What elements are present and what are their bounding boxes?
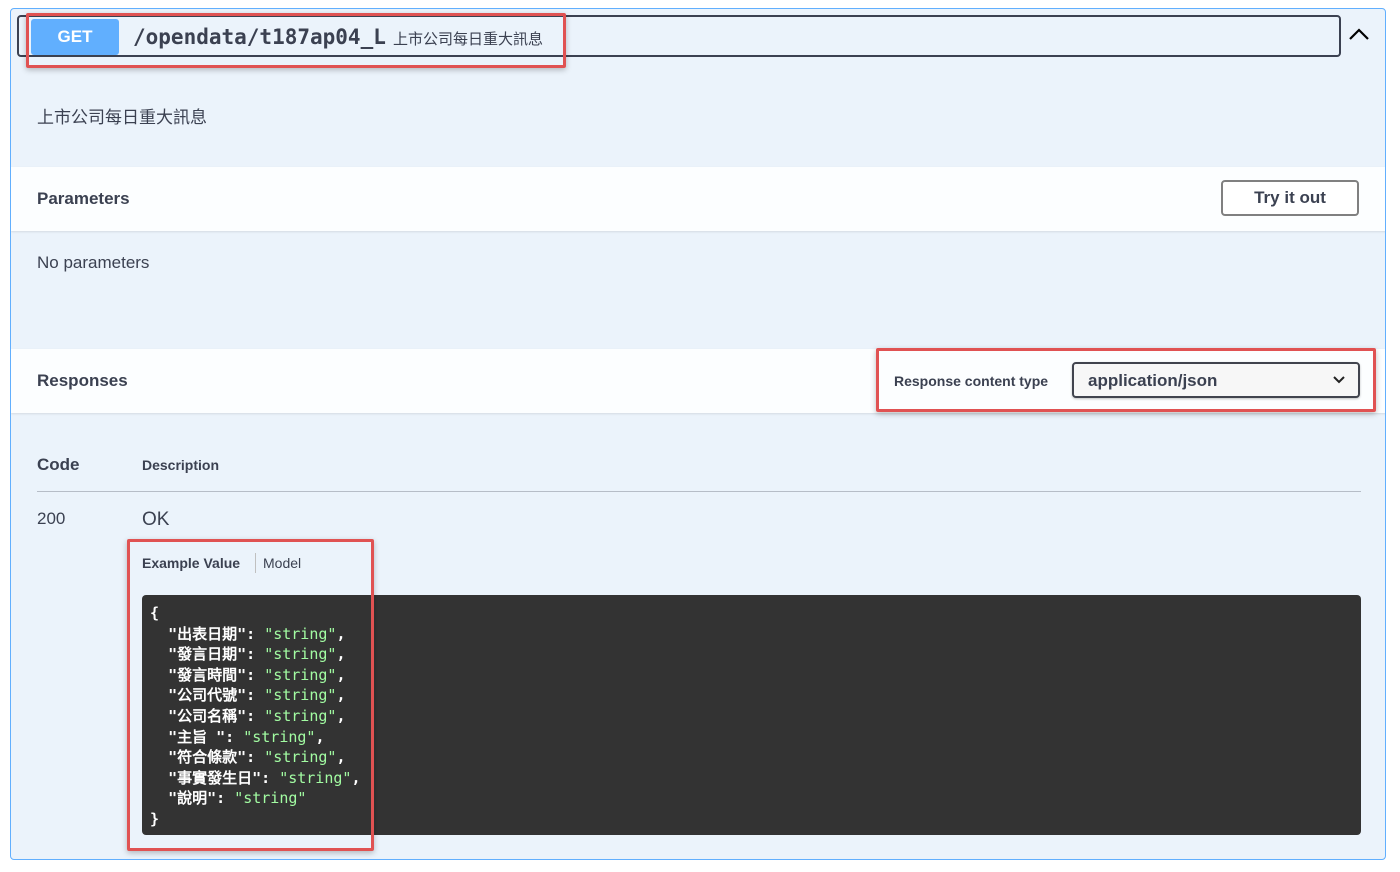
select-value: application/json — [1088, 371, 1218, 390]
json-separator: : — [261, 768, 280, 787]
json-key: "發言時間" — [168, 665, 247, 684]
response-content-type-label: Response content type — [894, 373, 1049, 389]
json-separator: : — [216, 789, 235, 808]
response-content-type-select[interactable]: application/json — [1072, 362, 1360, 398]
json-trailing-comma: , — [336, 645, 346, 664]
json-separator: : — [246, 665, 265, 684]
json-key: "公司代號" — [168, 686, 247, 705]
json-close-brace: } — [150, 809, 160, 828]
tab-example-value[interactable]: Example Value — [142, 555, 240, 571]
json-field-line: "發言日期": "string", — [150, 644, 1353, 665]
example-json-code-block: { "出表日期": "string", "發言日期": "string", "發… — [142, 595, 1361, 835]
chevron-up-icon[interactable] — [1347, 23, 1371, 47]
json-value: "string" — [243, 727, 316, 746]
endpoint-summary: 上市公司每日重大訊息 — [393, 31, 544, 48]
column-header-description: Description — [142, 457, 220, 473]
json-separator: : — [246, 748, 265, 767]
operation-description: 上市公司每日重大訊息 — [37, 108, 207, 127]
response-code: 200 — [37, 509, 66, 528]
tab-model[interactable]: Model — [263, 555, 301, 571]
json-separator: : — [246, 624, 265, 643]
tab-divider — [255, 553, 256, 573]
try-it-out-button[interactable]: Try it out — [1221, 180, 1359, 216]
json-field-line: "事實發生日": "string", — [150, 768, 1353, 789]
json-key: "發言日期" — [168, 645, 247, 664]
json-separator: : — [246, 645, 265, 664]
json-open-brace: { — [150, 604, 160, 622]
json-value: "string" — [264, 645, 337, 664]
json-value: "string" — [264, 748, 337, 767]
json-separator: : — [246, 706, 265, 725]
json-key: "符合條款" — [168, 748, 247, 767]
responses-header: Responses Response content type applicat… — [11, 349, 1385, 413]
json-field-line: "說明": "string" — [150, 788, 1353, 809]
parameters-title: Parameters — [37, 189, 130, 208]
json-separator: : — [246, 686, 265, 705]
column-header-code: Code — [37, 455, 80, 474]
chevron-down-icon — [1333, 376, 1345, 384]
json-key: "事實發生日" — [168, 768, 262, 787]
json-trailing-comma: , — [336, 706, 346, 725]
json-key: "公司名稱" — [168, 706, 247, 725]
json-fields: "出表日期": "string", "發言日期": "string", "發言時… — [150, 624, 1353, 809]
json-value: "string" — [264, 624, 337, 643]
json-key: "說明" — [168, 789, 217, 808]
no-parameters-text: No parameters — [37, 253, 150, 272]
response-description: OK — [142, 509, 170, 530]
json-trailing-comma: , — [351, 768, 361, 787]
json-value: "string" — [264, 706, 337, 725]
http-method-badge: GET — [31, 19, 119, 55]
json-value: "string" — [279, 768, 352, 787]
json-key: "主旨 " — [168, 727, 226, 746]
table-divider — [37, 491, 1361, 492]
responses-title: Responses — [37, 371, 128, 390]
json-field-line: "主旨 ": "string", — [150, 727, 1353, 748]
json-trailing-comma: , — [336, 748, 346, 767]
json-separator: : — [225, 727, 244, 746]
json-trailing-comma: , — [315, 727, 325, 746]
json-value: "string" — [234, 789, 307, 808]
json-field-line: "符合條款": "string", — [150, 747, 1353, 768]
json-trailing-comma: , — [336, 686, 346, 705]
operation-summary[interactable]: GET /opendata/t187ap04_L 上市公司每日重大訊息 — [17, 15, 1341, 57]
json-value: "string" — [264, 665, 337, 684]
json-key: "出表日期" — [168, 624, 247, 643]
endpoint-path: /opendata/t187ap04_L — [133, 25, 386, 49]
json-trailing-comma: , — [336, 624, 346, 643]
json-field-line: "發言時間": "string", — [150, 665, 1353, 686]
json-field-line: "公司代號": "string", — [150, 685, 1353, 706]
json-value: "string" — [264, 686, 337, 705]
json-trailing-comma: , — [336, 665, 346, 684]
json-field-line: "公司名稱": "string", — [150, 706, 1353, 727]
parameters-header: Parameters Try it out — [11, 167, 1385, 231]
json-field-line: "出表日期": "string", — [150, 624, 1353, 645]
operation-block: GET /opendata/t187ap04_L 上市公司每日重大訊息 上市公司… — [10, 8, 1386, 860]
